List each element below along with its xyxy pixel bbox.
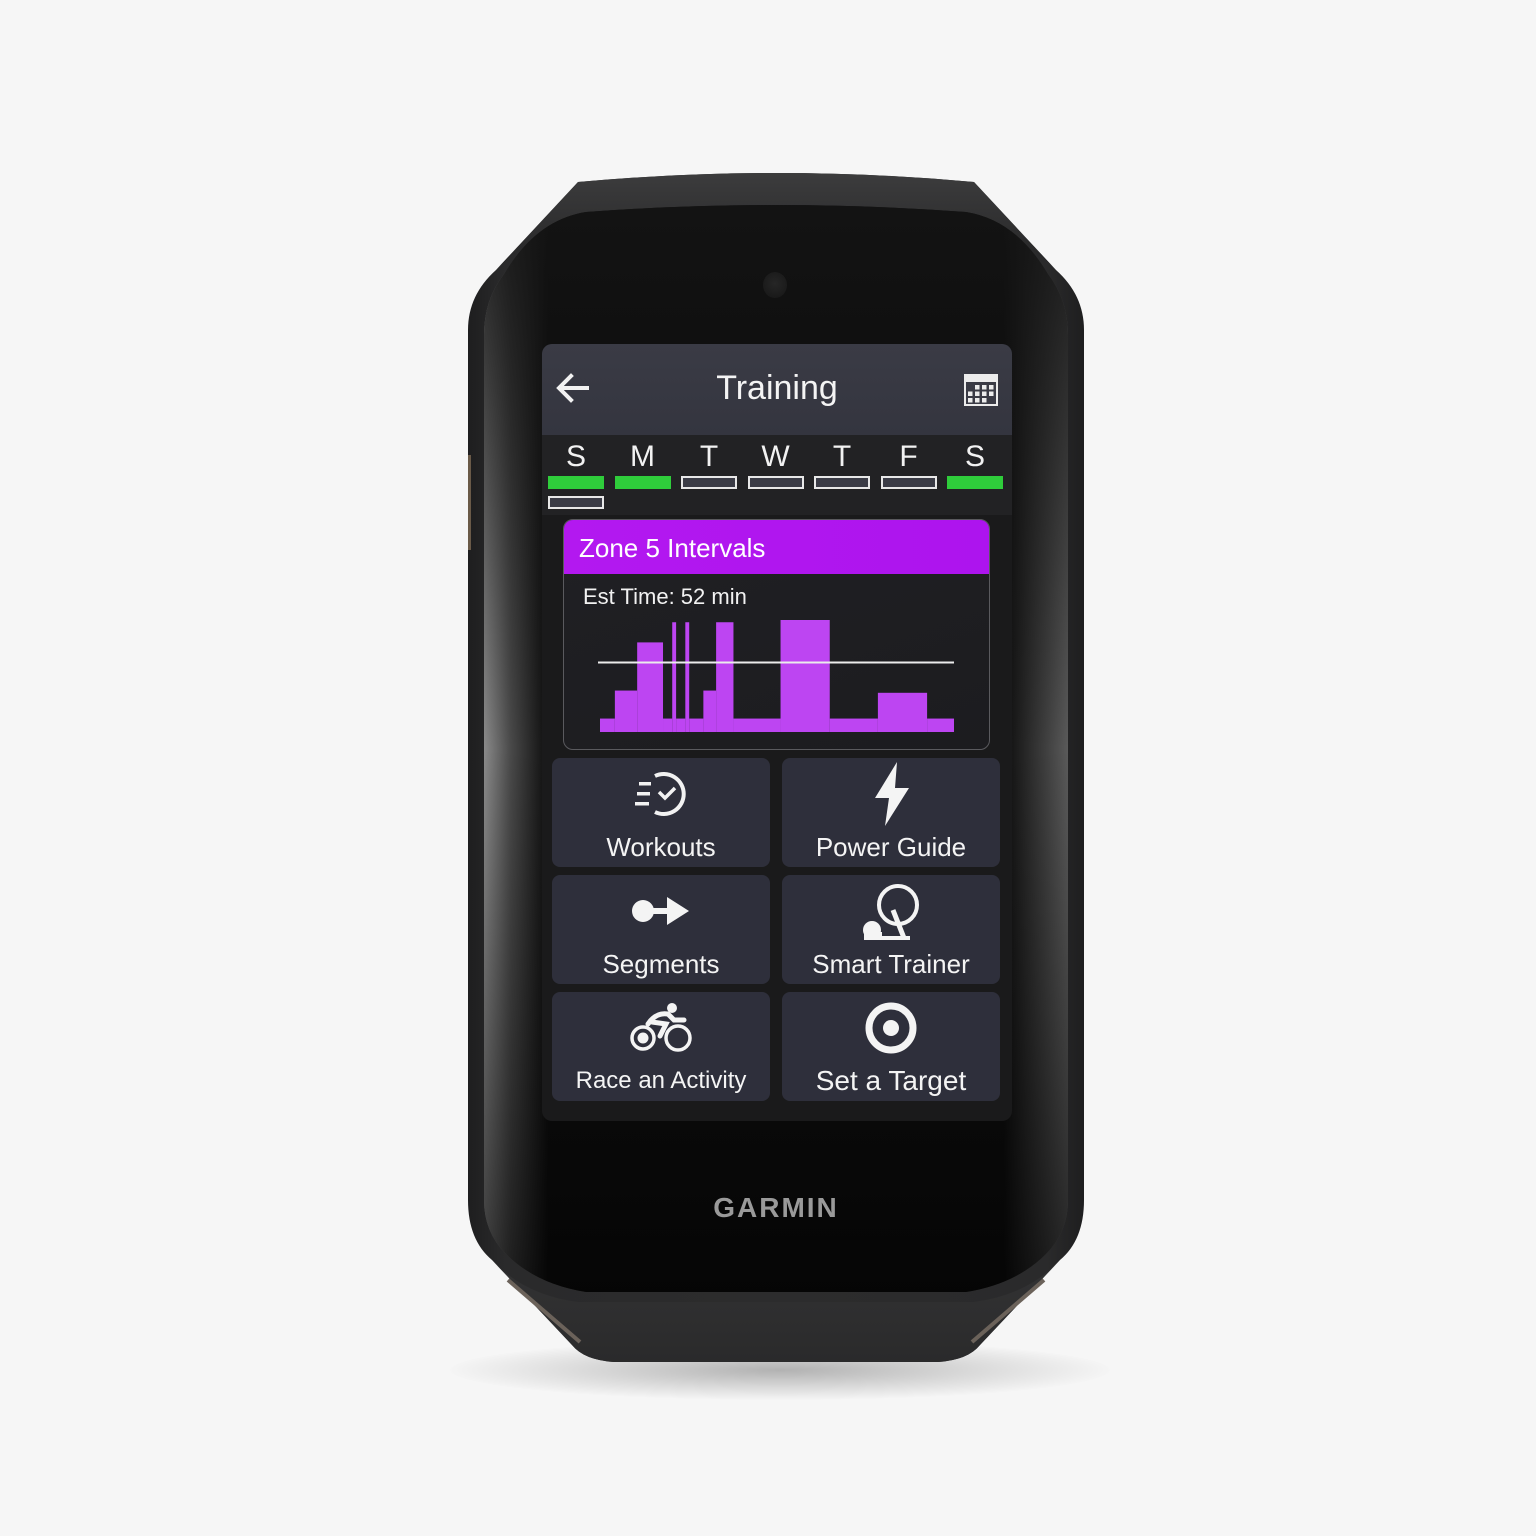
brand-logo: GARMIN bbox=[713, 1192, 839, 1223]
workouts-stopwatch-icon bbox=[635, 772, 686, 816]
planned-workout-bar[interactable] bbox=[681, 476, 737, 489]
weekly-calendar: SMTWTFS bbox=[542, 435, 1012, 515]
profile-step-11 bbox=[780, 620, 830, 732]
completed-workout-bar[interactable] bbox=[947, 476, 1003, 489]
page-title: Training bbox=[716, 369, 838, 407]
day-column[interactable]: F bbox=[880, 435, 937, 489]
tile-label: Workouts bbox=[606, 832, 716, 862]
race-an-activity-button[interactable]: Race an Activity bbox=[552, 992, 770, 1101]
profile-step-12 bbox=[829, 718, 878, 732]
profile-step-6 bbox=[685, 622, 690, 732]
profile-step-10 bbox=[733, 718, 781, 732]
profile-step-13 bbox=[877, 692, 928, 732]
planned-workout-bar[interactable] bbox=[814, 476, 870, 489]
day-column[interactable]: T bbox=[814, 435, 870, 489]
profile-step-2 bbox=[637, 642, 664, 732]
day-letter: S bbox=[964, 440, 985, 473]
day-column[interactable]: S bbox=[548, 435, 604, 509]
calendar-button[interactable] bbox=[962, 371, 1000, 409]
profile-step-8 bbox=[703, 690, 717, 732]
lightning-bolt-icon bbox=[875, 762, 909, 826]
segments-button[interactable]: Segments bbox=[552, 875, 770, 984]
day-column[interactable]: T bbox=[681, 435, 737, 489]
tile-label: Race an Activity bbox=[575, 1067, 747, 1094]
completed-workout-bar[interactable] bbox=[548, 476, 604, 489]
workouts-button[interactable]: Workouts bbox=[552, 758, 770, 867]
completed-workout-bar[interactable] bbox=[614, 476, 671, 489]
device-screen: Training S M T W T F S Zone 5 Intervals Est Ti… bbox=[542, 344, 1012, 1121]
profile-step-5 bbox=[676, 718, 686, 732]
profile-step-3 bbox=[663, 718, 673, 732]
tile-label: Set a Target bbox=[815, 1065, 967, 1096]
profile-step-1 bbox=[614, 690, 638, 732]
day-letter: M bbox=[630, 440, 655, 473]
segment-arrow-icon bbox=[632, 897, 689, 925]
ambient-light-sensor bbox=[763, 272, 787, 298]
set-a-target-button[interactable]: Set a Target bbox=[782, 992, 1000, 1101]
training-menu-grid: Workouts Power Guide Segments Smart Trai… bbox=[552, 758, 1000, 1103]
power-guide-button[interactable]: Power Guide bbox=[782, 758, 1000, 867]
profile-step-4 bbox=[672, 622, 677, 732]
day-letter: T bbox=[699, 440, 719, 473]
tile-label: Segments bbox=[602, 949, 720, 979]
profile-step-9 bbox=[716, 622, 734, 732]
day-letter: F bbox=[899, 440, 918, 473]
top-bar: Training bbox=[542, 344, 1012, 435]
day-letter: T bbox=[832, 440, 852, 473]
planned-workout-bar[interactable] bbox=[880, 476, 937, 489]
profile-step-14 bbox=[927, 718, 954, 732]
workout-profile-chart bbox=[598, 620, 954, 732]
day-column[interactable]: M bbox=[614, 435, 671, 489]
day-column[interactable]: W bbox=[747, 435, 804, 489]
day-letter: S bbox=[565, 440, 586, 473]
planned-workout-bar[interactable] bbox=[548, 496, 604, 509]
smart-trainer-icon bbox=[863, 884, 919, 940]
calendar-icon bbox=[964, 374, 998, 406]
smart-trainer-button[interactable]: Smart Trainer bbox=[782, 875, 1000, 984]
workout-card[interactable]: Zone 5 Intervals Est Time: 52 min bbox=[563, 519, 990, 750]
cyclist-icon bbox=[630, 1003, 692, 1052]
day-column[interactable]: S bbox=[947, 435, 1003, 489]
planned-workout-bar[interactable] bbox=[747, 476, 804, 489]
target-icon bbox=[865, 1002, 917, 1054]
tile-label: Power Guide bbox=[815, 832, 967, 862]
day-letter: W bbox=[761, 440, 790, 473]
profile-step-0 bbox=[600, 718, 615, 732]
tile-label: Smart Trainer bbox=[812, 949, 970, 979]
profile-step-7 bbox=[689, 718, 704, 732]
